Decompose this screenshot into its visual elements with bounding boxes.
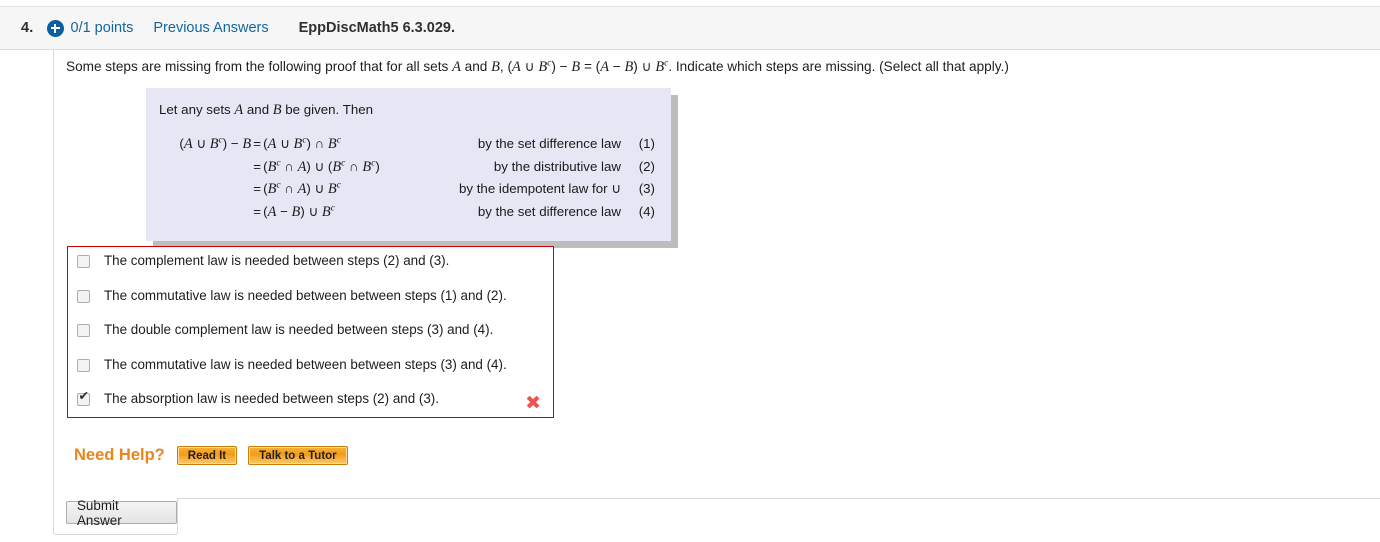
read-it-button[interactable]: Read It <box>176 446 238 465</box>
talk-to-a-tutor-button[interactable]: Talk to a Tutor <box>248 446 348 465</box>
checkbox-choice-2[interactable] <box>77 289 90 303</box>
proof-step-equals: = <box>253 136 262 151</box>
choice-row-2[interactable]: The commutative law is needed between be… <box>68 287 553 317</box>
stem-union-1: ∪ <box>520 59 539 74</box>
proof-step-row: = (Bc ∩ A) ∪ Bc by the idempotent law fo… <box>159 178 655 201</box>
proof-step-reason: by the set difference law <box>477 203 621 219</box>
proof-step-number: (4) <box>638 203 655 219</box>
proof-step-number: (3) <box>638 181 655 196</box>
stem-var-A1: A <box>452 59 461 75</box>
question-page: 4. 0/1 points Previous Answers EppDiscMa… <box>0 0 1380 542</box>
proof-lead-var-B: B <box>272 102 282 118</box>
choice-row-4[interactable]: The commutative law is needed between be… <box>68 356 553 386</box>
proof-step-row: (A ∪ Bc) − B = (A ∪ Bc) ∩ Bc by the set … <box>159 133 655 156</box>
checkbox-choice-3[interactable] <box>77 324 90 337</box>
stem-text-2: . Indicate which steps are missing. (Sel… <box>668 59 1009 74</box>
choice-label-1[interactable]: The complement law is needed between ste… <box>104 252 449 270</box>
stem-minus-1: ) − <box>551 59 572 74</box>
question-header: 4. 0/1 points Previous Answers EppDiscMa… <box>0 6 1380 50</box>
proof-panel-wrapper: Let any sets A and B be given. Then (A ∪… <box>146 88 678 248</box>
section-divider <box>178 498 1380 499</box>
proof-panel: Let any sets A and B be given. Then (A ∪… <box>146 88 671 241</box>
points-status: 0/1 points <box>70 20 134 36</box>
proof-step-rhs: (Bc ∩ A) ∪ (Bc ∩ Bc) <box>263 158 380 175</box>
choice-row-3[interactable]: The double complement law is needed betw… <box>68 321 553 351</box>
textbook-reference: EppDiscMath5 6.3.029. <box>298 20 455 36</box>
proof-step-reason: by the set difference law <box>477 136 621 151</box>
proof-step-equals: = <box>253 203 262 219</box>
stem-var-A3: A <box>600 59 609 75</box>
stem-var-B4: B <box>624 59 634 75</box>
proof-step-lhs: (A ∪ Bc) − B <box>179 135 252 152</box>
answer-choices-box: The complement law is needed between ste… <box>67 246 554 418</box>
proof-step-equals: = <box>253 181 262 196</box>
proof-step-rhs: (A ∪ Bc) ∩ Bc <box>263 135 341 152</box>
proof-step-row: = (Bc ∩ A) ∪ (Bc ∩ Bc) by the distributi… <box>159 156 655 179</box>
stem-comma: , ( <box>499 59 513 74</box>
proof-step-number: (1) <box>638 136 655 151</box>
checkbox-choice-4[interactable] <box>77 358 90 372</box>
checkbox-choice-1[interactable] <box>77 255 90 268</box>
question-number: 4. <box>21 20 34 36</box>
proof-step-reason: by the distributive law <box>493 158 621 174</box>
stem-var-A2: A <box>512 59 521 75</box>
question-body: Some steps are missing from the followin… <box>53 50 1380 498</box>
choice-label-3[interactable]: The double complement law is needed betw… <box>104 321 493 339</box>
question-stem: Some steps are missing from the followin… <box>66 57 1009 77</box>
proof-step-lhs <box>159 178 251 201</box>
proof-step-equals: = <box>253 158 262 174</box>
proof-lead-and: and <box>243 102 273 117</box>
proof-step-lhs <box>159 156 251 179</box>
proof-step-row: = (A − B) ∪ Bc by the set difference law… <box>159 201 655 224</box>
proof-lead-text-1: Let any sets <box>159 102 235 117</box>
submit-answer-button[interactable]: Submit Answer <box>66 498 177 528</box>
proof-step-rhs: (Bc ∩ A) ∪ Bc <box>263 180 341 197</box>
need-help-row: Need Help? Read It Talk to a Tutor <box>74 446 359 465</box>
submit-answer-section: Submit Answer <box>53 498 178 535</box>
need-help-label: Need Help? <box>74 446 165 464</box>
choice-label-2[interactable]: The commutative law is needed between be… <box>104 287 507 305</box>
choice-row-5[interactable]: The absorption law is needed between ste… <box>68 390 553 420</box>
proof-steps-table: (A ∪ Bc) − B = (A ∪ Bc) ∩ Bc by the set … <box>159 133 655 223</box>
proof-lead-text-2: be given. Then <box>281 102 374 117</box>
stem-var-B1: B <box>491 59 500 75</box>
stem-var-B3: B <box>571 59 581 75</box>
stem-var-B2: B <box>538 59 548 75</box>
checkbox-choice-5[interactable] <box>77 390 90 406</box>
stem-union-2: ) ∪ <box>633 59 656 74</box>
proof-lead-line: Let any sets A and B be given. Then <box>159 102 655 119</box>
stem-var-B5: B <box>655 59 665 75</box>
previous-answers-link[interactable]: Previous Answers <box>153 20 268 36</box>
choice-label-5[interactable]: The absorption law is needed between ste… <box>104 390 439 408</box>
proof-lead-var-A: A <box>234 102 244 118</box>
proof-step-number: (2) <box>638 158 655 174</box>
proof-step-lhs <box>159 201 251 224</box>
stem-text-1: Some steps are missing from the followin… <box>66 59 453 74</box>
proof-step-rhs: (A − B) ∪ Bc <box>263 203 335 220</box>
plus-circle-icon[interactable] <box>46 19 64 37</box>
incorrect-x-icon: ✖ <box>525 392 541 414</box>
stem-equals: = ( <box>580 59 601 74</box>
stem-minus-2: − <box>609 59 625 74</box>
choice-label-4[interactable]: The commutative law is needed between be… <box>104 356 507 374</box>
choice-row-1[interactable]: The complement law is needed between ste… <box>68 252 553 282</box>
proof-step-reason: by the idempotent law for ∪ <box>459 181 621 196</box>
stem-and-1: and <box>460 59 492 74</box>
